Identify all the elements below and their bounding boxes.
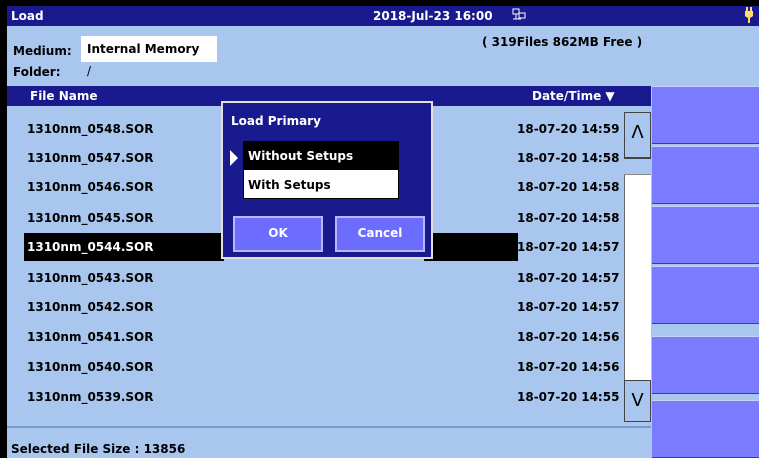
folder-label: Folder: <box>13 65 61 79</box>
file-name: 1310nm_0544.SOR <box>27 240 154 254</box>
file-date: 18-07-20 14:58 <box>517 151 620 165</box>
soft-key-panel <box>652 26 759 458</box>
file-name: 1310nm_0548.SOR <box>27 122 154 136</box>
file-date: 18-07-20 14:58 <box>517 180 620 194</box>
file-date: 18-07-20 14:57 <box>517 300 620 314</box>
soft-key-4[interactable] <box>652 266 759 324</box>
file-date: 18-07-20 14:58 <box>517 211 620 225</box>
medium-label: Medium: <box>13 44 72 58</box>
chevron-down-icon: V <box>631 390 644 411</box>
column-header-date-time[interactable]: Date/Time ▼ <box>532 89 615 103</box>
file-name: 1310nm_0545.SOR <box>27 211 154 225</box>
window-title: Load <box>11 9 44 23</box>
file-name: 1310nm_0546.SOR <box>27 180 154 194</box>
option-without-setups[interactable]: Without Setups <box>244 142 398 170</box>
scroll-up-button[interactable]: Λ <box>624 112 651 158</box>
option-label: With Setups <box>248 178 331 192</box>
file-name: 1310nm_0541.SOR <box>27 330 154 344</box>
file-row[interactable]: 1310nm_0539.SOR 18-07-20 14:55 <box>7 383 623 411</box>
storage-info: ( 319Files 862MB Free ) <box>482 35 643 49</box>
option-with-setups[interactable]: With Setups <box>244 171 398 199</box>
selection-highlight-right <box>424 233 518 261</box>
file-name: 1310nm_0540.SOR <box>27 360 154 374</box>
status-divider <box>7 426 651 428</box>
load-screen: Load 2018-Jul-23 16:00 Medium: Internal … <box>7 6 759 458</box>
soft-key-1[interactable] <box>652 86 759 144</box>
file-row[interactable]: 1310nm_0541.SOR 18-07-20 14:56 <box>7 323 623 351</box>
chevron-up-icon: Λ <box>631 122 644 143</box>
file-name: 1310nm_0547.SOR <box>27 151 154 165</box>
file-name: 1310nm_0543.SOR <box>27 271 154 285</box>
file-name: 1310nm_0539.SOR <box>27 390 154 404</box>
title-bar: Load 2018-Jul-23 16:00 <box>7 6 759 26</box>
soft-key-6[interactable] <box>652 400 759 458</box>
dialog-options-list: Without Setups With Setups <box>243 141 399 199</box>
cancel-button[interactable]: Cancel <box>335 216 425 252</box>
file-name: 1310nm_0542.SOR <box>27 300 154 314</box>
dialog-title: Load Primary <box>231 114 321 128</box>
scroll-down-button[interactable]: V <box>624 380 651 422</box>
folder-path: / <box>87 64 92 78</box>
file-row[interactable]: 1310nm_0542.SOR 18-07-20 14:57 <box>7 293 623 321</box>
medium-selector[interactable]: Internal Memory <box>81 36 217 62</box>
column-header-file-name[interactable]: File Name <box>30 89 98 103</box>
ok-button[interactable]: OK <box>233 216 323 252</box>
file-row[interactable]: 1310nm_0540.SOR 18-07-20 14:56 <box>7 353 623 381</box>
option-label: Without Setups <box>248 149 354 163</box>
selection-pointer-icon <box>230 150 238 166</box>
scrollbar-thumb[interactable] <box>624 157 651 175</box>
load-primary-dialog: Load Primary Without Setups With Setups … <box>221 101 433 259</box>
file-date: 18-07-20 14:55 <box>517 390 620 404</box>
soft-key-2[interactable] <box>652 146 759 204</box>
file-date: 18-07-20 14:57 <box>517 240 620 254</box>
soft-key-5[interactable] <box>652 336 759 394</box>
file-date: 18-07-20 14:56 <box>517 330 620 344</box>
network-icon <box>512 7 526 24</box>
file-row[interactable]: 1310nm_0543.SOR 18-07-20 14:57 <box>7 264 623 292</box>
battery-plug-icon <box>744 7 754 26</box>
soft-key-3[interactable] <box>652 206 759 264</box>
selected-file-size: Selected File Size : 13856 <box>11 442 186 456</box>
file-date: 18-07-20 14:59 <box>517 122 620 136</box>
clock: 2018-Jul-23 16:00 <box>373 9 493 23</box>
file-date: 18-07-20 14:57 <box>517 271 620 285</box>
file-date: 18-07-20 14:56 <box>517 360 620 374</box>
